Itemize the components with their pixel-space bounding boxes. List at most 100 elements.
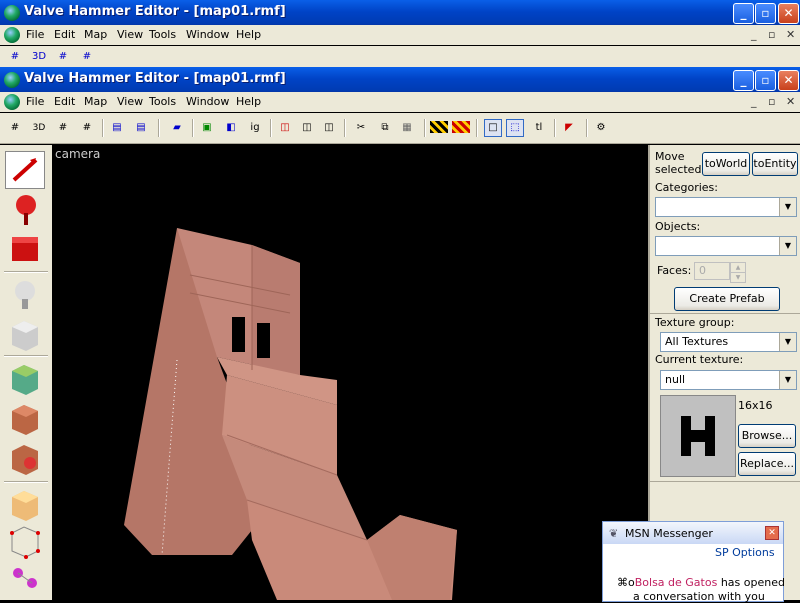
restore-button[interactable]: ▫ (755, 3, 776, 24)
replace-button[interactable]: Replace... (738, 452, 796, 476)
selection-box-icon[interactable]: □ (484, 119, 502, 137)
to-world-button[interactable]: toWorld (702, 152, 750, 176)
menu-help[interactable]: Help (236, 28, 261, 41)
selection-tool-icon[interactable] (5, 151, 45, 189)
toolbar-separator (344, 119, 346, 137)
copy-icon[interactable]: ⧉ (376, 119, 394, 137)
menu-window[interactable]: Window (186, 28, 229, 41)
apply-decals-tool-icon[interactable] (6, 441, 44, 477)
mdi-close-button[interactable]: ✕ (786, 95, 795, 108)
faces-spinner-input[interactable]: 0 (694, 262, 730, 280)
grid-icon[interactable]: # (6, 119, 24, 137)
chevron-down-icon[interactable]: ▼ (779, 237, 796, 255)
to-entity-button[interactable]: toEntity (752, 152, 798, 176)
main-toolbar: # 3D # # ▤ ▤ ▰ ▣ ◧ ig ◫ ◫ ◫ ✂ ⧉ ▦ □ ⬚ tl… (0, 113, 800, 144)
msn-options-link[interactable]: SP Options (715, 546, 775, 559)
paste-icon[interactable]: ▦ (398, 119, 416, 137)
mdi-minimize-button[interactable]: _ (751, 28, 757, 41)
clipping-tool-icon[interactable] (6, 487, 44, 523)
document-icon[interactable] (4, 94, 20, 110)
grid-small-icon[interactable]: # (54, 48, 72, 66)
close-button[interactable]: ✕ (778, 70, 799, 91)
apply-current-texture-tool-icon[interactable] (6, 401, 44, 437)
close-icon[interactable]: ✕ (765, 526, 779, 540)
menu-file[interactable]: File (26, 95, 44, 108)
grid-icon[interactable]: # (6, 48, 24, 66)
carve-icon[interactable]: ◫ (276, 119, 294, 137)
ignore-groups-icon[interactable]: ig (246, 119, 264, 137)
menu-help[interactable]: Help (236, 95, 261, 108)
msn-notification[interactable]: ❦ MSN Messenger ✕ SP Options ⌘oBolsa de … (602, 521, 785, 603)
toggle-texture-icon[interactable] (430, 121, 448, 133)
vertex-manipulation-icon[interactable]: ◤ (560, 119, 578, 137)
menu-view[interactable]: View (117, 28, 143, 41)
mdi-close-button[interactable]: ✕ (786, 28, 795, 41)
browse-button[interactable]: Browse... (738, 424, 796, 448)
toggle-cordon-icon[interactable] (452, 121, 470, 133)
outer-title-bar[interactable]: Valve Hammer Editor - [map01.rmf] _ ▫ ✕ (0, 0, 800, 26)
close-button[interactable]: ✕ (778, 3, 799, 24)
current-texture-dropdown[interactable]: null ▼ (660, 370, 797, 390)
msn-message-rest: has opened (717, 576, 785, 589)
minimize-button[interactable]: _ (733, 70, 754, 91)
inner-window-title: Valve Hammer Editor - [map01.rmf] (24, 71, 286, 86)
chevron-down-icon[interactable]: ▼ (779, 371, 796, 389)
menu-tools[interactable]: Tools (149, 95, 176, 108)
auto-select-icon[interactable]: ⬚ (506, 119, 524, 137)
chevron-down-icon[interactable]: ▼ (779, 198, 796, 216)
create-prefab-button[interactable]: Create Prefab (674, 287, 780, 311)
group-icon[interactable]: ▤ (108, 119, 126, 137)
spin-down-icon[interactable]: ▼ (730, 272, 746, 283)
texture-preview (660, 395, 736, 477)
block-tool-icon[interactable] (6, 317, 44, 353)
msn-contact-name[interactable]: Bolsa de Gatos (635, 576, 718, 589)
texture-group-dropdown[interactable]: All Textures ▼ (660, 332, 797, 352)
texture-lock-icon[interactable]: ▣ (198, 119, 216, 137)
brush-window-left (232, 317, 245, 352)
msn-header: ❦ MSN Messenger ✕ (603, 522, 783, 544)
toolbar-separator (270, 119, 272, 137)
document-icon[interactable] (4, 27, 20, 43)
clip-icon[interactable]: ◫ (320, 119, 338, 137)
camera-tool-icon[interactable] (6, 231, 44, 267)
texture-application-tool-icon[interactable] (6, 361, 44, 397)
menu-file[interactable]: File (26, 28, 44, 41)
msn-message-line1: ⌘oBolsa de Gatos has opened (617, 576, 785, 589)
toolbar-separator (476, 119, 478, 137)
menu-tools[interactable]: Tools (149, 28, 176, 41)
camera-viewport[interactable]: camera (52, 145, 647, 600)
grid-large-icon[interactable]: # (78, 48, 96, 66)
objects-dropdown[interactable]: ▼ (655, 236, 797, 256)
toolbar-separator (192, 119, 194, 137)
grid-3d-icon[interactable]: 3D (30, 48, 48, 66)
texture-lock-toggle-icon[interactable]: tl (530, 119, 548, 137)
minimize-button[interactable]: _ (733, 3, 754, 24)
mdi-restore-button[interactable]: ▫ (768, 28, 775, 41)
hide-icon[interactable]: ▰ (168, 119, 186, 137)
grid-large-icon[interactable]: # (78, 119, 96, 137)
restore-button[interactable]: ▫ (755, 70, 776, 91)
mdi-restore-button[interactable]: ▫ (768, 95, 775, 108)
entity-tool-icon[interactable] (6, 277, 44, 313)
menu-window[interactable]: Window (186, 95, 229, 108)
run-map-icon[interactable]: ⚙ (592, 119, 610, 137)
ungroup-icon[interactable]: ▤ (132, 119, 150, 137)
magnify-tool-icon[interactable] (6, 191, 44, 227)
chevron-down-icon[interactable]: ▼ (779, 333, 796, 351)
menu-map[interactable]: Map (84, 28, 107, 41)
msn-options-label: Options (732, 546, 775, 559)
texture-apply-icon[interactable]: ◧ (222, 119, 240, 137)
mdi-minimize-button[interactable]: _ (751, 95, 757, 108)
path-tool-icon[interactable] (6, 563, 44, 599)
inner-title-bar[interactable]: Valve Hammer Editor - [map01.rmf] _ ▫ ✕ (0, 67, 800, 93)
vertex-tool-icon[interactable] (6, 523, 44, 559)
categories-dropdown[interactable]: ▼ (655, 197, 797, 217)
menu-edit[interactable]: Edit (54, 28, 75, 41)
hollow-icon[interactable]: ◫ (298, 119, 316, 137)
grid-small-icon[interactable]: # (54, 119, 72, 137)
menu-map[interactable]: Map (84, 95, 107, 108)
cut-icon[interactable]: ✂ (352, 119, 370, 137)
menu-view[interactable]: View (117, 95, 143, 108)
grid-3d-icon[interactable]: 3D (30, 119, 48, 137)
menu-edit[interactable]: Edit (54, 95, 75, 108)
